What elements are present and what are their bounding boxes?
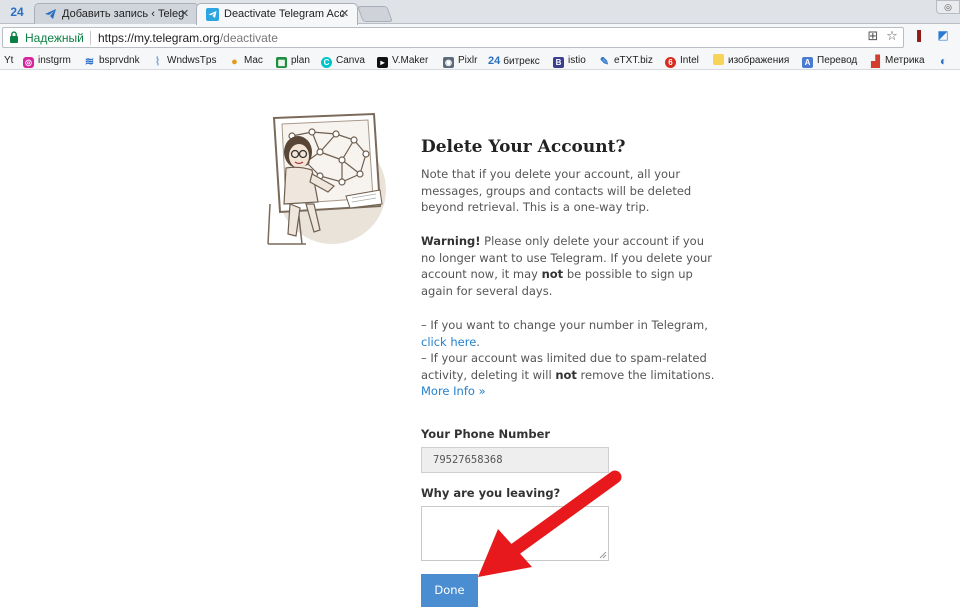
profile-button[interactable]: ◎ — [936, 0, 960, 14]
tab-pinned-label: 24 — [10, 5, 24, 19]
warning-strong: Warning! — [421, 234, 481, 248]
bookmark-label: битрекс — [503, 56, 540, 67]
extension-icon[interactable]: ◩ — [935, 27, 951, 43]
instagram-icon: ◎ — [23, 57, 34, 68]
bookmark-label: istio — [568, 55, 586, 66]
pixlr-icon: ◉ — [443, 57, 454, 68]
bookmark-item[interactable]: ◉ Pixlr — [443, 53, 477, 69]
canva-icon: C — [321, 57, 332, 68]
spam-text: – If your account was limited due to spa… — [421, 350, 721, 400]
bookmark-item[interactable]: C Canva — [321, 53, 365, 69]
profile-icon: ◎ — [944, 2, 952, 12]
new-tab-button[interactable] — [357, 6, 393, 22]
spam-not: not — [555, 367, 577, 382]
tab-pinned[interactable]: 24 — [2, 2, 32, 24]
bookmark-item[interactable]: Bistio — [553, 53, 586, 69]
bookmark-label: plan — [291, 55, 310, 66]
intro-text: Note that if you delete your account, al… — [421, 167, 692, 215]
url-path: /deactivate — [219, 31, 278, 45]
bookmark-label: bsprvdnk — [99, 55, 140, 66]
bookmark-label: Метрика — [885, 55, 925, 66]
change-number-label: – If you want to change your number in T… — [421, 318, 708, 332]
close-icon[interactable]: ✕ — [340, 7, 349, 20]
bookmark-item[interactable]: ▟ Метрика — [870, 53, 925, 69]
play-icon: ▸ — [377, 57, 388, 68]
notepad-icon: ✎ — [599, 56, 610, 68]
page-title: Delete Your Account? — [421, 137, 626, 157]
resize-grip-icon[interactable] — [599, 551, 607, 559]
bookmark-item[interactable]: ✎ eTXT.biz — [599, 53, 653, 69]
tab-label: Добавить запись ‹ Teleg — [62, 8, 185, 20]
bookmark-label: Yt — [4, 55, 14, 66]
bookmark-item[interactable]: A Перевод — [802, 53, 857, 69]
bookmark-item[interactable]: 6 Intel — [665, 53, 699, 69]
bookmark-label: WndwsTps — [167, 55, 217, 66]
bitrix-icon: 24 — [488, 55, 501, 67]
telegram-illustration — [267, 112, 386, 245]
bar-chart-icon: ▟ — [871, 56, 880, 68]
browser-toolbar: Надежный https://my.telegram.org/deactiv… — [0, 24, 960, 52]
translate-icon[interactable]: ⊞ — [865, 29, 881, 45]
phone-label: Your Phone Number — [421, 427, 551, 441]
telegram-icon — [45, 9, 56, 19]
tab-add-post[interactable]: Добавить запись ‹ Teleg ✕ — [34, 3, 199, 25]
translate-icon: A — [802, 57, 813, 68]
done-button[interactable]: Done — [421, 574, 478, 607]
url-text[interactable]: https://my.telegram.org/deactivate — [98, 31, 278, 45]
bookmark-item[interactable]: 24 битрекс — [488, 53, 540, 69]
extension-icon[interactable]: ❚ — [911, 27, 927, 43]
bookmark-label: Перевод — [817, 55, 858, 66]
spam-part: remove the limitations. — [576, 367, 715, 382]
tab-deactivate[interactable]: Deactivate Telegram Acc ✕ — [196, 3, 358, 25]
bookmark-label: Mac — [244, 55, 263, 66]
bookmark-item[interactable]: ▸ V.Maker — [377, 53, 428, 69]
tab-strip: 24 Добавить запись ‹ Teleg ✕ Deactivate … — [0, 0, 960, 25]
globe-icon: ◐ — [939, 54, 948, 68]
tab-label: Deactivate Telegram Acc — [224, 8, 345, 20]
warning-text: Warning! Please only delete your account… — [421, 233, 721, 300]
bookmark-item[interactable]: ◎ instgrm — [23, 53, 71, 69]
warning-not: not — [541, 267, 564, 282]
intel-icon: 6 — [665, 57, 676, 68]
b-icon: B — [553, 57, 564, 68]
bookmark-label: V.Maker — [392, 55, 429, 66]
bookmarks-bar: Yt ◎ instgrm ≋ bsprvdnk ⌇ WndwsTps ● Mac ▦ pl… — [0, 52, 960, 70]
reason-label: Why are you leaving? — [421, 486, 561, 500]
more-info-link[interactable]: More Info » — [421, 384, 486, 398]
close-icon[interactable]: ✕ — [180, 7, 189, 20]
bookmark-label: eTXT.biz — [614, 55, 653, 66]
bookmark-item[interactable]: ⌇ WndwsTps — [152, 53, 217, 69]
lock-icon — [10, 31, 18, 43]
bookmark-label: Pixlr — [458, 55, 478, 66]
url-host: https://my.telegram.org — [98, 31, 220, 45]
divider — [90, 31, 91, 45]
bookmark-item[interactable]: ● Mac — [229, 53, 263, 69]
change-number-text: – If you want to change your number in T… — [421, 317, 721, 350]
sheets-icon: ▦ — [276, 57, 287, 68]
click-here-link[interactable]: click here — [421, 335, 476, 349]
bookmark-item[interactable]: изображения — [713, 53, 789, 69]
bookmark-item[interactable]: ▦ plan — [276, 53, 310, 69]
period: . — [476, 334, 480, 349]
bookmark-label: Intel — [680, 55, 699, 66]
folder-icon — [713, 54, 724, 65]
bookmark-label: изображения — [728, 55, 790, 66]
bookmark-item[interactable]: Yt — [4, 53, 13, 69]
address-bar[interactable]: Надежный https://my.telegram.org/deactiv… — [2, 27, 904, 48]
bookmark-item[interactable]: ◐ — [938, 53, 953, 69]
apple-icon: ● — [231, 56, 238, 68]
wifi-icon: ≋ — [84, 56, 95, 68]
paperclip-icon: ⌇ — [154, 56, 161, 68]
bookmark-item[interactable]: ≋ bsprvdnk — [84, 53, 140, 69]
star-icon[interactable]: ☆ — [884, 29, 900, 45]
bookmark-label: Canva — [336, 55, 365, 66]
phone-field: 79527658368 — [421, 447, 609, 473]
secure-label: Надежный — [25, 31, 84, 45]
telegram-icon — [206, 8, 219, 21]
reason-textarea[interactable] — [421, 506, 609, 561]
bookmark-label: instgrm — [38, 55, 71, 66]
